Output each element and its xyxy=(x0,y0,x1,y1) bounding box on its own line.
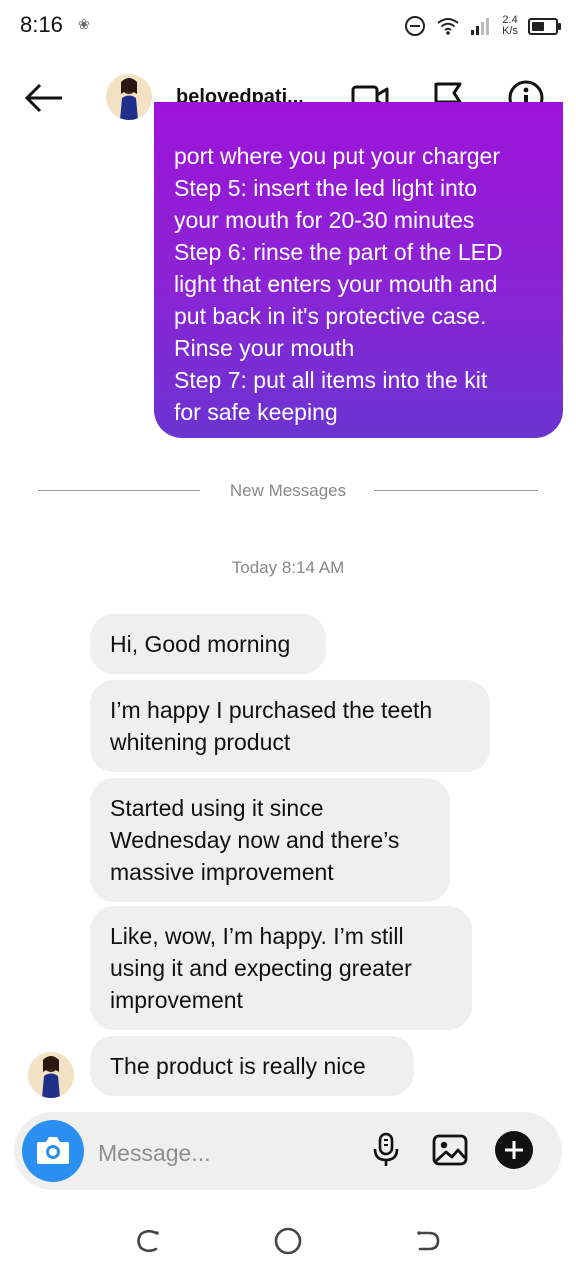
back-arrow-icon xyxy=(24,83,62,113)
received-message-bubble[interactable]: Like, wow, I’m happy. I’m still using it… xyxy=(90,906,472,1030)
message-timestamp: Today 8:14 AM xyxy=(231,558,345,577)
message-thread: port where you put your charger Step 5: … xyxy=(0,102,576,1110)
status-bar: 8:16 ❀ 2.4 K/s xyxy=(0,0,576,52)
received-line: Hi, Good morning xyxy=(110,631,291,657)
new-messages-divider: New Messages xyxy=(38,478,538,504)
recent-apps-button[interactable] xyxy=(131,1224,165,1258)
sent-line: port where you put your charger xyxy=(174,143,501,169)
battery-level xyxy=(532,21,544,31)
received-message-bubble[interactable]: Hi, Good morning xyxy=(90,614,326,674)
gallery-button[interactable] xyxy=(430,1130,470,1170)
system-nav-bar xyxy=(0,1200,576,1280)
home-circle-icon xyxy=(274,1227,302,1255)
voice-message-button[interactable] xyxy=(366,1130,406,1170)
received-message-bubble[interactable]: I’m happy I purchased the teeth whitenin… xyxy=(90,680,490,772)
received-line: The product is really nice xyxy=(110,1053,366,1079)
received-line: Wednesday now and there’s xyxy=(110,827,400,853)
plus-circle-icon xyxy=(495,1131,533,1169)
image-icon xyxy=(432,1134,468,1166)
sender-avatar-image xyxy=(42,1056,60,1098)
message-input[interactable] xyxy=(96,1134,360,1172)
sent-line: Rinse your mouth xyxy=(174,335,355,361)
sent-line: Step 5: insert the led light into xyxy=(174,175,478,201)
received-line: Like, wow, I’m happy. I’m still xyxy=(110,923,404,949)
received-line: using it and expecting greater xyxy=(110,955,412,981)
camera-button[interactable] xyxy=(22,1120,84,1182)
back-nav-icon xyxy=(417,1231,440,1251)
camera-icon xyxy=(37,1137,69,1164)
divider-line-right xyxy=(374,490,538,491)
received-line: whitening product xyxy=(110,729,291,755)
new-messages-label: New Messages xyxy=(229,481,347,500)
sent-line: your mouth for 20-30 minutes xyxy=(174,207,475,233)
sent-line: put back in it's protective case. xyxy=(174,303,487,329)
sent-line: for safe keeping xyxy=(174,399,338,425)
network-speed: 2.4 K/s xyxy=(502,15,518,37)
sent-message-bubble[interactable]: port where you put your charger Step 5: … xyxy=(154,102,563,438)
more-options-button[interactable] xyxy=(494,1130,534,1170)
status-icons: 2.4 K/s xyxy=(404,10,561,42)
sent-message-text: port where you put your charger Step 5: … xyxy=(174,140,545,428)
message-composer xyxy=(14,1112,562,1190)
speed-unit: K/s xyxy=(502,25,518,37)
back-nav-button[interactable] xyxy=(411,1224,445,1258)
sent-line: light that enters your mouth and xyxy=(174,271,498,297)
signal-icon xyxy=(471,18,490,35)
avatar[interactable] xyxy=(106,74,152,120)
received-line: improvement xyxy=(110,987,243,1013)
received-line: massive improvement xyxy=(110,859,334,885)
sent-line: Step 7: put all items into the kit xyxy=(174,367,488,393)
wifi-icon xyxy=(437,18,459,35)
notification-icon: ❀ xyxy=(78,16,90,32)
status-time: 8:16 xyxy=(20,12,63,37)
sent-line: Step 6: rinse the part of the LED xyxy=(174,239,503,265)
received-line: I’m happy I purchased the teeth xyxy=(110,697,433,723)
received-message-bubble[interactable]: The product is really nice xyxy=(90,1036,414,1096)
home-button[interactable] xyxy=(271,1224,305,1258)
avatar-image xyxy=(120,78,138,120)
received-line: Started using it since xyxy=(110,795,324,821)
microphone-icon xyxy=(373,1132,399,1166)
battery-icon xyxy=(528,17,561,35)
recent-apps-icon xyxy=(137,1229,159,1253)
do-not-disturb-icon xyxy=(405,16,426,36)
sender-avatar[interactable] xyxy=(28,1052,74,1098)
back-button[interactable] xyxy=(22,78,66,118)
received-message-bubble[interactable]: Started using it since Wednesday now and… xyxy=(90,778,450,902)
